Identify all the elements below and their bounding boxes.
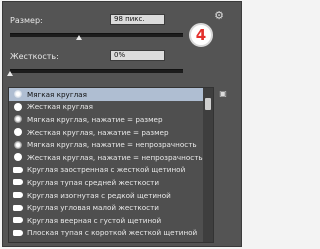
scrollbar-thumb[interactable] (205, 98, 211, 110)
preset-item[interactable]: Жесткая круглая, нажатие = непрозрачност… (9, 151, 203, 164)
hardness-field[interactable]: 0% (110, 50, 165, 61)
size-label: Размер: (10, 16, 43, 25)
new-preset-icon[interactable]: ▣ (217, 89, 229, 99)
bristle-tip-brush-icon (9, 227, 27, 239)
hardness-label: Жесткость: (10, 52, 59, 61)
preset-label: Мягкая круглая, нажатие = размер (27, 114, 163, 124)
preset-rows: Мягкая круглая Жесткая круглая Мягкая круг… (9, 88, 203, 239)
preset-label: Плоская тупая с короткой жесткой щетиной (27, 228, 198, 238)
preset-item[interactable]: Плоская тупая с короткой жесткой щетиной (9, 227, 203, 240)
bristle-tip-brush-icon (9, 189, 27, 201)
preset-item[interactable]: Мягкая круглая (9, 88, 203, 101)
size-field[interactable]: 98 пикс. (110, 14, 165, 25)
hardness-slider-thumb[interactable] (7, 71, 13, 76)
preset-item[interactable]: Жесткая круглая (9, 101, 203, 114)
preset-label: Круглая заостренная с жесткой щетиной (27, 165, 186, 175)
preset-item[interactable]: Круглая изогнутая с редкой щетиной (9, 189, 203, 202)
preset-item[interactable]: Круглая угловая малой жесткости (9, 201, 203, 214)
preset-item[interactable]: Жесткая круглая, нажатие = размер (9, 126, 203, 139)
step-badge: 4 (189, 23, 213, 47)
hard-round-brush-icon (9, 151, 27, 163)
preset-label: Мягкая круглая, нажатие = непрозрачность (27, 140, 197, 150)
bristle-tip-brush-icon (9, 214, 27, 226)
preset-label: Жесткая круглая, нажатие = размер (27, 127, 169, 137)
brush-preset-list[interactable]: Мягкая круглая Жесткая круглая Мягкая круг… (8, 87, 214, 243)
hardness-slider-track[interactable] (10, 69, 183, 73)
preset-label: Жесткая круглая, нажатие = непрозрачност… (27, 152, 203, 162)
soft-round-brush-icon (9, 88, 27, 100)
preset-item[interactable]: Круглая веерная с густой щетиной (9, 214, 203, 227)
bristle-tip-brush-icon (9, 202, 27, 214)
brush-preset-picker: Размер: 98 пикс. ⚙ 4 Жесткость: 0% Мягка… (2, 1, 242, 247)
preset-label: Круглая угловая малой жесткости (27, 203, 159, 213)
soft-round-brush-icon (9, 139, 27, 151)
size-slider-track[interactable] (10, 33, 183, 37)
preset-label: Круглая тупая средней жесткости (27, 177, 160, 187)
preset-label: Мягкая круглая (27, 89, 87, 99)
preset-label: Жесткая круглая (27, 102, 93, 112)
gear-icon[interactable]: ⚙ (213, 10, 225, 22)
preset-list-scrollbar[interactable] (203, 88, 213, 242)
preset-item[interactable]: Круглая заостренная с жесткой щетиной (9, 164, 203, 177)
size-slider-thumb[interactable] (76, 35, 83, 40)
hard-round-brush-icon (9, 126, 27, 138)
preset-item[interactable]: Круглая тупая средней жесткости (9, 176, 203, 189)
preset-label: Круглая изогнутая с редкой щетиной (27, 190, 171, 200)
bristle-tip-brush-icon (9, 164, 27, 176)
hard-round-brush-icon (9, 101, 27, 113)
preset-item[interactable]: Мягкая круглая, нажатие = размер (9, 113, 203, 126)
bristle-tip-brush-icon (9, 176, 27, 188)
soft-round-brush-icon (9, 113, 27, 125)
preset-label: Круглая веерная с густой щетиной (27, 215, 162, 225)
preset-item[interactable]: Мягкая круглая, нажатие = непрозрачность (9, 138, 203, 151)
